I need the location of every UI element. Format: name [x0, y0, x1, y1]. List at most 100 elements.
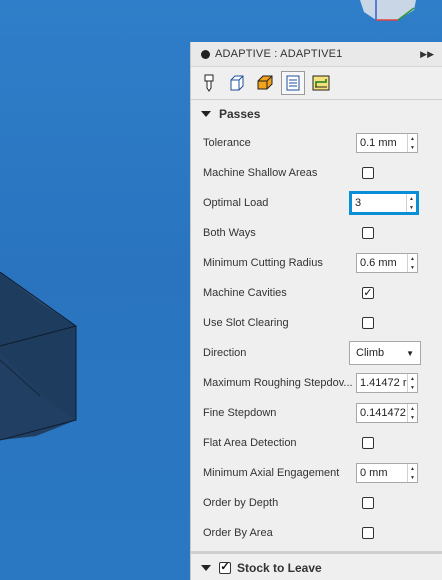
tab-bar [191, 67, 442, 100]
parameter-checkbox[interactable] [362, 167, 374, 179]
close-dot-icon[interactable] [201, 49, 210, 59]
tab-tool[interactable] [197, 71, 221, 95]
parameter-label: Machine Cavities [203, 287, 287, 299]
parameter-label: Maximum Roughing Stepdov... [203, 377, 353, 389]
parameter-label: Order by Depth [203, 497, 279, 509]
spin-down-icon[interactable]: ▼ [408, 143, 417, 152]
parameter-control: 0.1 mm ▲ ▼ [356, 133, 422, 153]
passes-tab-icon [286, 75, 300, 91]
spin-up-icon[interactable]: ▲ [407, 194, 416, 203]
parameter-label: Machine Shallow Areas [203, 167, 318, 179]
parameter-label: Direction [203, 347, 247, 359]
direction-select[interactable]: Climb ▼ [349, 341, 421, 365]
spin-down-icon[interactable]: ▼ [408, 383, 417, 392]
panel-titlebar: ADAPTIVE : ADAPTIVE1 ▶▶ [191, 42, 442, 67]
parameter-checkbox[interactable]: ✓ [362, 287, 374, 299]
spin-value: 0.6 mm [360, 257, 397, 269]
parameter-row: Direction Climb ▼ [195, 338, 438, 368]
parameter-row: Flat Area Detection [195, 428, 438, 458]
parameter-control: 0 mm ▲ ▼ [356, 463, 422, 483]
parameter-row: Optimal Load 3 ▲ ▼ [195, 188, 438, 218]
collapse-triangle-icon[interactable] [201, 111, 211, 117]
view-cube-icon[interactable] [360, 0, 416, 20]
spin-down-icon[interactable]: ▼ [408, 413, 417, 422]
parameter-row: Maximum Roughing Stepdov... 1.41472 r ▲ ▼ [195, 368, 438, 398]
parameter-spin-input[interactable]: 3 ▲ ▼ [349, 191, 419, 215]
parameter-spin-input[interactable]: 0.141472 ▲ ▼ [356, 403, 418, 423]
spin-up-icon[interactable]: ▲ [408, 464, 417, 473]
operation-panel: ADAPTIVE : ADAPTIVE1 ▶▶ Passes Tolerance… [190, 42, 442, 580]
parameter-label: Optimal Load [203, 197, 269, 209]
parameter-label: Use Slot Clearing [203, 317, 289, 329]
tab-heights[interactable] [253, 71, 277, 95]
parameter-label: Flat Area Detection [203, 437, 297, 449]
parameter-control [356, 497, 422, 509]
parameter-checkbox[interactable] [362, 317, 374, 329]
spin-down-icon[interactable]: ▼ [408, 473, 417, 482]
parameter-spin-input[interactable]: 0.1 mm ▲ ▼ [356, 133, 418, 153]
chevron-down-icon: ▼ [406, 348, 414, 358]
parameter-control: Climb ▼ [349, 341, 422, 365]
parameter-label: Order By Area [203, 527, 273, 539]
parameter-label: Tolerance [203, 137, 251, 149]
parameter-label: Minimum Cutting Radius [203, 257, 323, 269]
spin-value: 0.141472 [360, 407, 406, 419]
parameter-row: Machine Shallow Areas [195, 158, 438, 188]
spin-arrows: ▲ ▼ [407, 404, 417, 422]
parameter-checkbox[interactable] [362, 527, 374, 539]
spin-down-icon[interactable]: ▼ [407, 203, 416, 212]
parameter-row: Machine Cavities ✓ [195, 278, 438, 308]
parameter-spin-input[interactable]: 1.41472 r ▲ ▼ [356, 373, 418, 393]
spin-up-icon[interactable]: ▲ [408, 404, 417, 413]
passes-section-header[interactable]: Passes [191, 100, 442, 128]
tab-geometry[interactable] [225, 71, 249, 95]
parameter-row: Order By Area [195, 518, 438, 548]
parameter-control [356, 527, 422, 539]
spin-arrows: ▲ ▼ [407, 254, 417, 272]
parameter-control: 1.41472 r ▲ ▼ [356, 373, 422, 393]
spin-arrows: ▲ ▼ [407, 134, 417, 152]
spin-up-icon[interactable]: ▲ [408, 374, 417, 383]
parameter-spin-input[interactable]: 0.6 mm ▲ ▼ [356, 253, 418, 273]
spin-value: 1.41472 r [360, 377, 407, 389]
stock-to-leave-checkbox[interactable]: ✓ [219, 561, 231, 574]
select-value: Climb [356, 347, 385, 359]
parameter-control [356, 317, 422, 329]
spin-value: 3 [355, 197, 362, 209]
tab-linking[interactable] [309, 71, 333, 95]
spin-up-icon[interactable]: ▲ [408, 254, 417, 263]
collapse-triangle-icon[interactable] [201, 564, 211, 571]
spin-up-icon[interactable]: ▲ [408, 134, 417, 143]
parameter-row: Fine Stepdown 0.141472 ▲ ▼ [195, 398, 438, 428]
parameter-row: Both Ways [195, 218, 438, 248]
parameter-spin-input[interactable]: 0 mm ▲ ▼ [356, 463, 418, 483]
spin-value: 0.1 mm [360, 137, 397, 149]
parameter-row: Use Slot Clearing [195, 308, 438, 338]
spin-arrows: ▲ ▼ [407, 464, 417, 482]
parameter-row: Tolerance 0.1 mm ▲ ▼ [195, 128, 438, 158]
parameter-control: 0.141472 ▲ ▼ [356, 403, 422, 423]
parameter-checkbox[interactable] [362, 437, 374, 449]
parameter-control: ✓ [356, 287, 422, 299]
parameter-checkbox[interactable] [362, 227, 374, 239]
linking-tab-icon [312, 75, 330, 91]
tab-passes[interactable] [281, 71, 305, 95]
panel-title: ADAPTIVE : ADAPTIVE1 [215, 48, 343, 60]
stock-header-label: Stock to Leave [237, 560, 322, 575]
parameter-label: Both Ways [203, 227, 256, 239]
heights-tab-icon [257, 75, 273, 90]
parameter-control: 0.6 mm ▲ ▼ [356, 253, 422, 273]
expand-icon[interactable]: ▶▶ [420, 49, 434, 60]
parameter-checkbox[interactable] [362, 497, 374, 509]
geometry-tab-icon [230, 75, 244, 91]
spin-arrows: ▲ ▼ [406, 194, 416, 212]
parameter-label: Minimum Axial Engagement [203, 467, 340, 479]
tool-tab-icon [204, 74, 214, 92]
parameter-label: Fine Stepdown [203, 407, 277, 419]
spin-down-icon[interactable]: ▼ [408, 263, 417, 272]
parameter-row: Minimum Axial Engagement 0 mm ▲ ▼ [195, 458, 438, 488]
stock-section-header[interactable]: ✓ Stock to Leave [191, 551, 442, 580]
parameter-control: 3 ▲ ▼ [349, 191, 422, 215]
parameter-control [356, 167, 422, 179]
spin-arrows: ▲ ▼ [407, 374, 417, 392]
